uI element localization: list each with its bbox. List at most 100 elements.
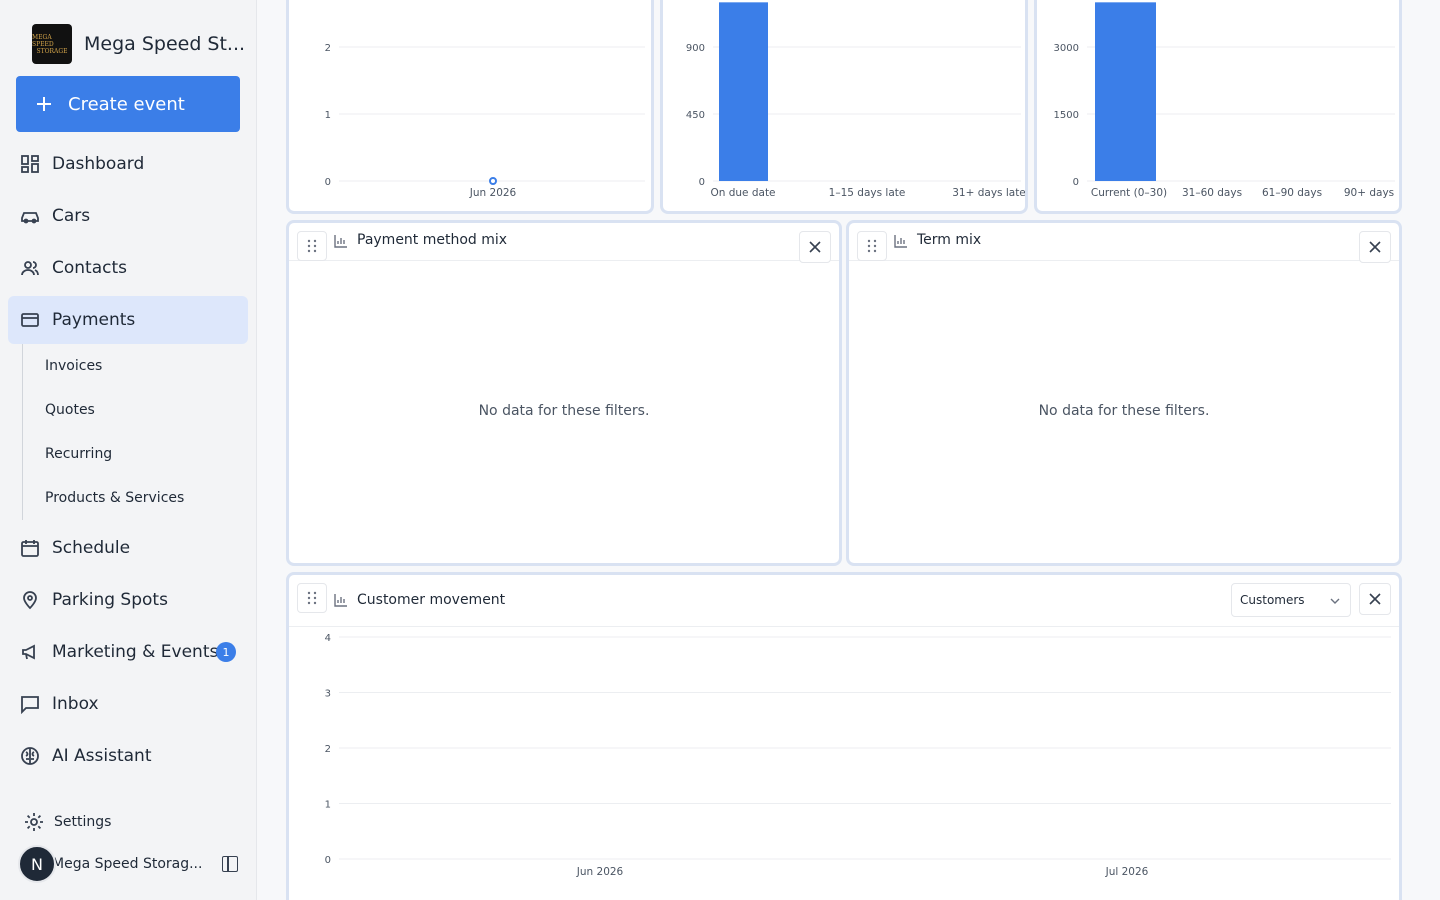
y-tick-label: 450: [686, 110, 705, 121]
nav-contacts[interactable]: Contacts: [8, 244, 248, 292]
brain-icon: [21, 747, 39, 765]
brand-name: Mega Speed St...: [84, 33, 246, 55]
y-tick-label: 1: [325, 110, 331, 121]
card-header: Payment method mix: [289, 223, 839, 263]
empty-message: No data for these filters.: [478, 403, 650, 419]
x-tick-label: 61–90 days: [1262, 187, 1322, 199]
x-tick-label: On due date: [710, 187, 775, 199]
subnav-products-services[interactable]: Products & Services: [23, 476, 242, 520]
chart-card-3: 0 1500 3000 Current (0–30) 31–60 days 61–90 d…: [1034, 0, 1402, 214]
y-tick-label: 2: [325, 744, 331, 755]
dashboard-icon: [21, 155, 39, 173]
close-button[interactable]: [799, 231, 831, 263]
bar: [719, 2, 768, 182]
grip-icon: [867, 239, 877, 253]
nav-cars[interactable]: Cars: [8, 192, 248, 240]
subnav-recurring[interactable]: Recurring: [23, 432, 242, 476]
card-title: Customer movement: [357, 592, 506, 608]
nav-inbox-label: Inbox: [52, 694, 99, 714]
settings-label: Settings: [54, 814, 112, 830]
nav-dashboard-label: Dashboard: [52, 154, 145, 174]
drag-handle[interactable]: [857, 231, 887, 261]
chart-card-2: 0 450 900 On due date 1–15 days late 31+ days…: [660, 0, 1028, 214]
create-event-label: Create event: [68, 93, 185, 115]
bar-chart-icon: [334, 235, 347, 248]
y-tick-label: 2: [325, 43, 331, 54]
brand-logo: MEGA SPEED STORAGE: [32, 24, 72, 64]
metric-select-value: Customers: [1240, 593, 1305, 607]
nav-dashboard[interactable]: Dashboard: [8, 140, 248, 188]
brand-logo-text-bottom: STORAGE: [36, 47, 68, 55]
customer-movement-card: Customer movement Customers 0 1 2 3 4 Jun 202…: [286, 572, 1402, 900]
y-tick-label: 3000: [1054, 43, 1079, 54]
subnav-quotes[interactable]: Quotes: [23, 388, 242, 432]
card-header: Term mix: [849, 223, 1399, 263]
car-icon: [21, 212, 39, 224]
x-tick-label: 90+ days: [1344, 187, 1394, 199]
user-name: Mega Speed Storag...: [52, 856, 203, 872]
y-tick-label: 0: [1073, 177, 1079, 188]
chart-3: 0 1500 3000 Current (0–30) 31–60 days 61–90 d…: [1054, 2, 1395, 199]
chart-2: 0 450 900 On due date 1–15 days late 31+ days…: [686, 2, 1025, 199]
drag-handle[interactable]: [297, 583, 327, 613]
close-icon: [1369, 593, 1381, 605]
subnav-invoices[interactable]: Invoices: [23, 344, 242, 388]
metric-select[interactable]: Customers: [1231, 583, 1351, 617]
close-button[interactable]: [1359, 231, 1391, 263]
nav-contacts-label: Contacts: [52, 258, 127, 278]
calendar-icon: [21, 540, 39, 557]
x-tick-label: 1–15 days late: [829, 187, 906, 199]
nav-ai-assistant[interactable]: AI Assistant: [8, 732, 248, 780]
bar: [1095, 2, 1156, 182]
term-mix-card: Term mix No data for these filters.: [846, 220, 1402, 566]
grip-icon: [307, 239, 317, 253]
nav-schedule[interactable]: Schedule: [8, 524, 248, 572]
megaphone-icon: [22, 644, 35, 660]
close-icon: [809, 241, 821, 253]
x-tick-label: Jun 2026: [576, 866, 624, 878]
map-pin-icon: [23, 591, 37, 610]
data-point: [489, 177, 497, 185]
bar-chart-icon: [334, 594, 347, 607]
y-tick-label: 0: [699, 177, 705, 188]
card-title: Term mix: [917, 232, 982, 248]
grip-icon: [307, 591, 317, 605]
nav-payments[interactable]: Payments: [8, 296, 248, 344]
credit-card-icon: [21, 313, 39, 327]
payment-method-mix-card: Payment method mix No data for these fil…: [286, 220, 842, 566]
nav-inbox[interactable]: Inbox: [8, 680, 248, 728]
nav-settings[interactable]: Settings: [24, 812, 111, 832]
brand-logo-text-top: MEGA SPEED: [32, 33, 54, 48]
y-tick-label: 3: [325, 689, 331, 700]
nav-cars-label: Cars: [52, 206, 91, 226]
x-tick-label: 31+ days late: [952, 187, 1025, 199]
close-button[interactable]: [1359, 583, 1391, 615]
users-icon: [21, 261, 39, 276]
avatar[interactable]: N: [18, 845, 56, 883]
create-event-button[interactable]: Create event: [16, 76, 240, 132]
nav-payments-label: Payments: [52, 310, 136, 330]
chart-card-1: 0 1 2 Jun 2026: [286, 0, 654, 214]
sidebar-collapse-icon[interactable]: [222, 856, 238, 872]
bar-chart-icon: [894, 235, 907, 248]
chevron-down-icon: [1330, 598, 1340, 604]
x-tick-label: Current (0–30): [1091, 187, 1167, 199]
y-tick-label: 1500: [1054, 110, 1079, 121]
plus-icon: [37, 97, 51, 111]
y-tick-label: 0: [325, 855, 331, 866]
user-account[interactable]: N Mega Speed Storag...: [18, 844, 248, 884]
nav-marketing-events[interactable]: Marketing & Events 1: [8, 628, 248, 676]
x-tick-label: Jul 2026: [1105, 866, 1149, 878]
empty-message: No data for these filters.: [1038, 403, 1210, 419]
payments-subnav: Invoices Quotes Recurring Products & Ser…: [22, 344, 242, 520]
nav-parking-spots[interactable]: Parking Spots: [8, 576, 248, 624]
drag-handle[interactable]: [297, 231, 327, 261]
y-tick-label: 900: [686, 43, 705, 54]
message-square-icon: [21, 696, 39, 714]
close-icon: [1369, 241, 1381, 253]
brand[interactable]: MEGA SPEED STORAGE Mega Speed St...: [32, 24, 245, 64]
x-tick-label: Jun 2026: [469, 187, 517, 199]
y-tick-label: 1: [325, 800, 331, 811]
x-tick-label: 31–60 days: [1182, 187, 1242, 199]
customer-movement-chart: 0 1 2 3 4 Jun 2026 Jul 2026: [325, 633, 1391, 878]
